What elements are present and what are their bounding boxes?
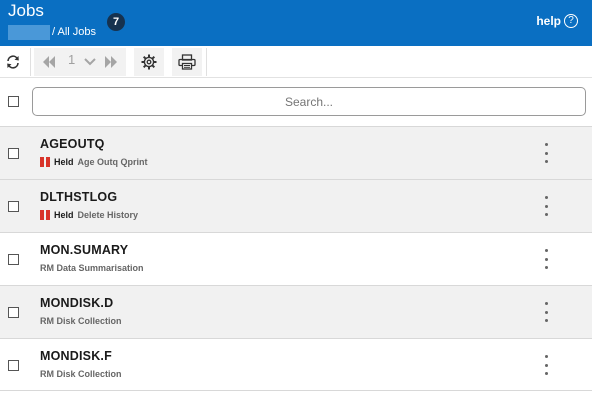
page-title: Jobs xyxy=(8,1,44,20)
row-checkbox[interactable] xyxy=(8,254,19,265)
row-menu-icon[interactable] xyxy=(540,302,552,322)
search-input[interactable] xyxy=(32,87,586,116)
settings-button[interactable] xyxy=(134,48,164,76)
refresh-button[interactable] xyxy=(2,49,24,75)
row-checkbox[interactable] xyxy=(8,360,19,371)
job-subtitle: RM Disk Collection xyxy=(40,316,122,326)
job-description: Age Outq Qprint xyxy=(77,157,148,167)
search-row xyxy=(0,78,592,126)
job-name: MON.SUMARY xyxy=(40,243,129,257)
last-page-icon[interactable] xyxy=(104,56,118,68)
refresh-icon xyxy=(7,55,19,69)
held-icon xyxy=(40,210,50,220)
gear-icon xyxy=(141,54,157,70)
job-subtitle: RM Data Summarisation xyxy=(40,263,144,273)
job-name: AGEOUTQ xyxy=(40,137,105,151)
job-count-badge: 7 xyxy=(107,13,125,31)
select-all-checkbox[interactable] xyxy=(8,96,19,107)
row-menu-icon[interactable] xyxy=(540,143,552,163)
held-icon xyxy=(40,157,50,167)
row-menu-icon[interactable] xyxy=(540,355,552,375)
help-circle-icon: ? xyxy=(564,14,578,28)
first-page-icon[interactable] xyxy=(42,56,56,68)
app-header: Jobs / All Jobs 7 help ? xyxy=(0,0,592,46)
job-description: RM Data Summarisation xyxy=(40,263,144,273)
job-status: Held xyxy=(54,157,74,167)
page-number: 1 xyxy=(68,52,76,67)
table-row[interactable]: MON.SUMARY RM Data Summarisation xyxy=(0,232,592,285)
job-subtitle: Held Delete History xyxy=(40,210,138,220)
job-subtitle: Held Age Outq Qprint xyxy=(40,157,148,167)
help-button[interactable]: help ? xyxy=(536,14,578,28)
chevron-down-icon[interactable] xyxy=(84,58,96,66)
toolbar-divider xyxy=(30,48,31,76)
row-checkbox[interactable] xyxy=(8,307,19,318)
table-row[interactable]: AGEOUTQ Held Age Outq Qprint xyxy=(0,126,592,179)
row-checkbox[interactable] xyxy=(8,148,19,159)
print-icon xyxy=(178,54,196,70)
job-name: MONDISK.D xyxy=(40,296,114,310)
job-subtitle: RM Disk Collection xyxy=(40,369,122,379)
breadcrumb[interactable]: / All Jobs xyxy=(52,25,96,40)
table-row[interactable]: DLTHSTLOG Held Delete History xyxy=(0,179,592,232)
toolbar: 1 xyxy=(0,46,592,78)
pager: 1 xyxy=(34,48,126,76)
job-description: Delete History xyxy=(77,210,139,220)
job-name: DLTHSTLOG xyxy=(40,190,118,204)
help-label: help xyxy=(536,14,561,28)
job-name: MONDISK.F xyxy=(40,349,112,363)
row-menu-icon[interactable] xyxy=(540,249,552,269)
print-button[interactable] xyxy=(172,48,202,76)
breadcrumb-root-link[interactable] xyxy=(8,25,50,40)
job-list: AGEOUTQ Held Age Outq Qprint DLTHSTLOG H… xyxy=(0,126,592,391)
table-row[interactable]: MONDISK.F RM Disk Collection xyxy=(0,338,592,391)
row-menu-icon[interactable] xyxy=(540,196,552,216)
job-description: RM Disk Collection xyxy=(40,369,122,379)
job-description: RM Disk Collection xyxy=(40,316,122,326)
table-row[interactable]: MONDISK.D RM Disk Collection xyxy=(0,285,592,338)
row-checkbox[interactable] xyxy=(8,201,19,212)
job-status: Held xyxy=(54,210,74,220)
toolbar-divider xyxy=(206,48,207,76)
